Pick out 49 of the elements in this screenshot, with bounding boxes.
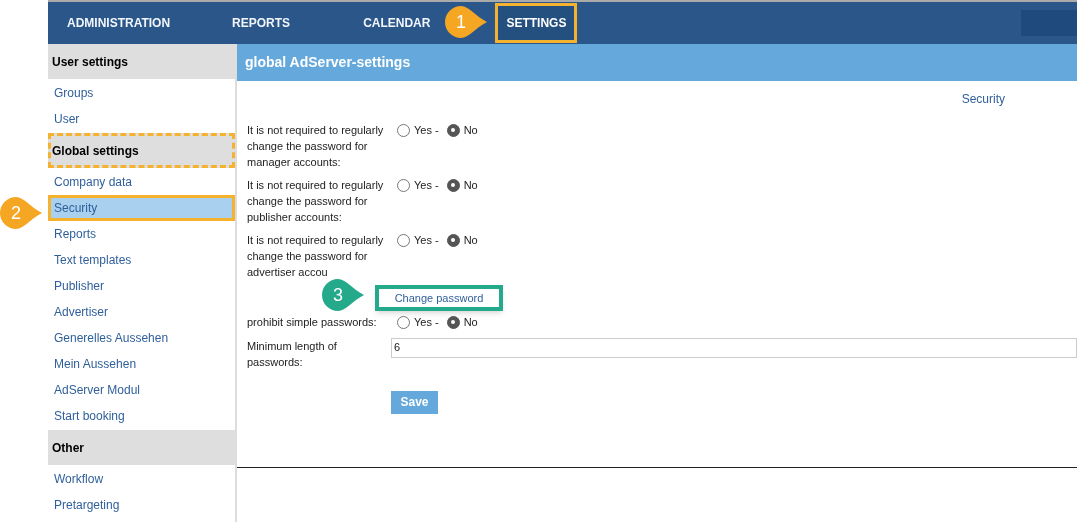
callout-badge: 1: [445, 4, 489, 40]
sidebar-item[interactable]: Pretargeting: [48, 492, 235, 518]
radio-button[interactable]: [446, 123, 460, 137]
nav-tab[interactable]: REPORTS: [225, 3, 298, 43]
radio-option[interactable]: Yes -: [397, 122, 439, 139]
sidebar-item[interactable]: Text templates: [48, 247, 235, 273]
sidebar-item[interactable]: Publisher: [48, 273, 235, 299]
sidebar-item[interactable]: User: [48, 106, 235, 132]
sidebar-section-header: User settings: [48, 44, 235, 79]
breadcrumb-label: Security: [961, 91, 1005, 108]
change-password-button[interactable]: Change password: [375, 285, 503, 311]
setting-label: It is not required to regularly change the password for advertiser accou: [247, 233, 385, 280]
nav-tab[interactable]: ADMINISTRATION: [60, 3, 178, 43]
sidebar-item[interactable]: Security: [48, 195, 235, 221]
radio-button[interactable]: [397, 233, 410, 247]
sidebar-item[interactable]: Reports: [48, 221, 235, 247]
radio-button[interactable]: [397, 178, 410, 192]
radio-option[interactable]: Yes -: [397, 314, 439, 331]
sidebar-item[interactable]: Company data: [48, 169, 235, 195]
setting-label: It is not required to regularly change the password for publisher accounts:: [247, 178, 385, 225]
callout-badge: 3: [322, 277, 366, 313]
radio-option[interactable]: Yes -: [397, 177, 439, 194]
page-title: global AdServer-settings: [245, 53, 411, 72]
sidebar-section-header: Global settings: [48, 133, 235, 168]
setting-label: prohibit simple passwords:: [247, 315, 378, 330]
sidebar-section-header: Other: [48, 430, 235, 465]
radio-option[interactable]: Yes -: [397, 232, 439, 249]
radio-button[interactable]: [446, 233, 460, 247]
sidebar-item[interactable]: Generelles Aussehen: [48, 325, 235, 351]
setting-label: It is not required to regularly change the password for manager accounts:: [247, 123, 385, 170]
radio-option[interactable]: No: [446, 177, 478, 194]
radio-option[interactable]: No: [446, 122, 478, 139]
nav-tab[interactable]: SETTINGS: [495, 3, 578, 43]
min-length-field[interactable]: 6: [391, 337, 1077, 358]
sidebar-item[interactable]: Mein Aussehen: [48, 351, 235, 377]
setting-label: Minimum length of passwords:: [247, 338, 338, 370]
sidebar-item[interactable]: Workflow: [48, 466, 235, 492]
radio-button[interactable]: [397, 123, 410, 137]
sidebar-item[interactable]: Advertiser: [48, 299, 235, 325]
radio-option[interactable]: No: [446, 232, 478, 249]
radio-button[interactable]: [446, 178, 460, 192]
radio-option[interactable]: No: [446, 314, 478, 331]
radio-button[interactable]: [397, 315, 410, 329]
callout-badge: 2: [0, 195, 44, 231]
sidebar-item[interactable]: Start booking: [48, 403, 235, 429]
sidebar-item[interactable]: AdServer Modul: [48, 377, 235, 403]
sidebar-item[interactable]: Groups: [48, 80, 235, 106]
radio-button[interactable]: [446, 315, 460, 329]
nav-tab[interactable]: CALENDAR: [356, 3, 438, 43]
